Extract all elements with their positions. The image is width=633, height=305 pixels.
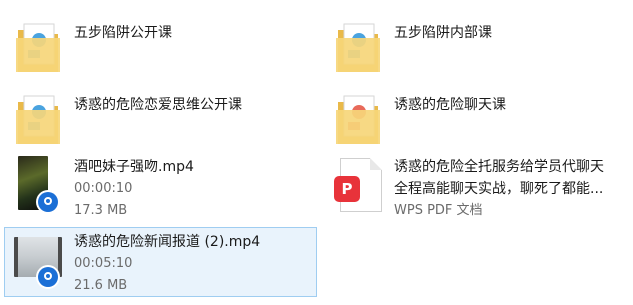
pdf-badge-icon: P xyxy=(334,176,360,202)
file-item-folder-1[interactable]: 五步陷阱公开课 xyxy=(14,16,314,80)
file-item-folder-4[interactable]: 诱惑的危险聊天课 xyxy=(334,88,624,152)
file-name: 诱惑的危险新闻报道 (2).mp4 xyxy=(74,234,261,250)
wps-pdf-icon: P xyxy=(334,156,382,216)
file-name: 诱惑的危险恋爱思维公开课 xyxy=(74,97,242,113)
file-item-folder-2[interactable]: 五步陷阱内部课 xyxy=(334,16,624,80)
file-name: 五步陷阱内部课 xyxy=(394,25,492,41)
file-item-video-1[interactable]: 酒吧妹子强吻.mp4 00:00:10 17.3 MB xyxy=(14,156,314,222)
file-name: 酒吧妹子强吻.mp4 xyxy=(74,159,194,175)
file-item-folder-3[interactable]: 诱惑的危险恋爱思维公开课 xyxy=(14,88,314,152)
folder-icon xyxy=(14,16,62,76)
folder-icon xyxy=(334,88,382,148)
file-name: 五步陷阱公开课 xyxy=(74,25,172,41)
video-player-badge-icon xyxy=(38,192,58,212)
file-size: 17.3 MB xyxy=(74,203,128,218)
file-item-video-2[interactable]: 诱惑的危险新闻报道 (2).mp4 00:05:10 21.6 MB xyxy=(4,227,317,297)
file-name-line-1: 诱惑的危险全托服务给学员代聊天 xyxy=(394,159,604,175)
file-name-line-2: 全程高能聊天实战，聊死了都能... xyxy=(394,181,604,197)
video-file-icon xyxy=(14,231,62,291)
file-size: 21.6 MB xyxy=(74,278,128,293)
video-player-badge-icon xyxy=(38,267,58,287)
video-file-icon xyxy=(14,156,62,216)
file-duration: 00:05:10 xyxy=(74,256,133,271)
file-duration: 00:00:10 xyxy=(74,181,133,196)
folder-icon xyxy=(14,88,62,148)
file-type-label: WPS PDF 文档 xyxy=(394,203,483,218)
file-name: 诱惑的危险聊天课 xyxy=(394,97,506,113)
folder-icon xyxy=(334,16,382,76)
file-item-pdf[interactable]: P 诱惑的危险全托服务给学员代聊天 全程高能聊天实战，聊死了都能... WPS … xyxy=(334,156,629,222)
